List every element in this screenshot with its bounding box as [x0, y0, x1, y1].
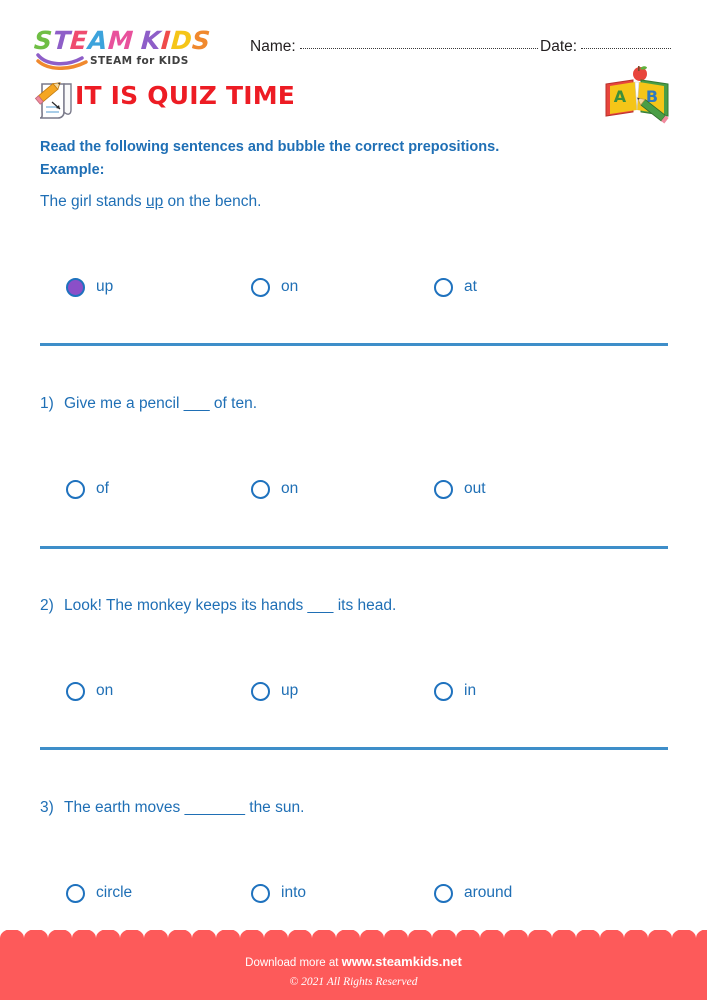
radio-bubble-icon[interactable] [66, 681, 85, 701]
question-1-option-label-1: on [281, 480, 299, 497]
date-label: Date: [540, 38, 578, 55]
radio-bubble-icon[interactable] [434, 277, 453, 297]
abc-book-icon: A B [605, 66, 669, 124]
name-input-line[interactable] [299, 47, 538, 49]
radio-bubble-icon[interactable] [251, 681, 270, 701]
pencil-paper-icon [34, 82, 72, 119]
question-3-option-0[interactable]: circle [66, 878, 132, 908]
question-3-option-label-0: circle [96, 884, 133, 901]
page-title: IT IS QUIZ TIME [75, 81, 296, 110]
name-field[interactable]: Name: [250, 38, 538, 56]
question-2-option-0[interactable]: on [66, 676, 113, 706]
question-1-option-label-2: out [464, 480, 486, 497]
question-2-option-1[interactable]: up [251, 676, 298, 706]
radio-bubble-icon[interactable] [434, 479, 453, 499]
logo-letter-2: E [69, 26, 89, 55]
example-option-row: up on at [66, 272, 666, 302]
question-2-option-label-0: on [96, 682, 114, 699]
date-input-line[interactable] [581, 47, 672, 49]
radio-bubble-icon[interactable] [66, 883, 85, 903]
instructions-block: Read the following sentences and bubble … [40, 136, 660, 182]
page-header: STEAM KIDS STEAM for KIDS Name: Date: [0, 0, 707, 72]
example-sentence-answer: up [145, 193, 164, 210]
logo-wordmark: STEAM KIDS [33, 26, 234, 55]
footer-band [0, 944, 707, 1000]
logo-letter-0: S [33, 26, 54, 55]
question-1-option-2[interactable]: out [434, 474, 486, 504]
footer-download-prefix: Download more at [245, 957, 342, 969]
example-sentence-post: on the bench. [163, 193, 262, 210]
logo-letter-8: S [190, 26, 212, 55]
worksheet-page: STEAM KIDS STEAM for KIDS Name: Date: IT… [0, 0, 707, 1000]
radio-bubble-icon[interactable] [251, 479, 270, 499]
question-3-text: 3) The earth moves _______ the sun. [40, 799, 304, 817]
radio-bubble-icon[interactable] [434, 681, 453, 701]
question-1-sentence: Give me a pencil ___ of ten. [64, 395, 258, 412]
radio-bubble-icon[interactable] [66, 277, 85, 297]
name-label: Name: [250, 38, 296, 55]
question-1-option-1[interactable]: on [251, 474, 298, 504]
question-1-number: 1) [40, 395, 54, 412]
radio-bubble-icon[interactable] [66, 479, 85, 499]
question-1-text: 1) Give me a pencil ___ of ten. [40, 395, 257, 413]
example-option-label-0: up [96, 278, 114, 295]
footer-download-text: Download more at www.steamkids.net [0, 954, 707, 969]
logo-tagline: STEAM for KIDS [90, 55, 189, 67]
question-2-sentence: Look! The monkey keeps its hands ___ its… [64, 597, 397, 614]
example-option-label-1: on [281, 278, 299, 295]
instructions-line-1: Read the following sentences and bubble … [40, 139, 500, 155]
logo-letter-5: K [139, 26, 162, 55]
question-2-option-2[interactable]: in [434, 676, 476, 706]
question-2-option-label-2: in [464, 682, 477, 699]
example-option-2[interactable]: at [434, 272, 477, 302]
question-3-option-row: circle into around [66, 878, 666, 908]
section-divider [40, 343, 668, 346]
question-3-sentence: The earth moves _______ the sun. [64, 799, 305, 816]
section-divider [40, 546, 668, 549]
date-field[interactable]: Date: [540, 38, 672, 56]
footer-copyright: © 2021 All Rights Reserved [289, 976, 418, 988]
example-sentence-pre: The girl stands [40, 193, 146, 210]
question-3-number: 3) [40, 799, 54, 816]
question-2-option-row: on up in [66, 676, 666, 706]
example-option-0[interactable]: up [66, 272, 113, 302]
instructions-line-2: Example: [40, 162, 105, 178]
logo-swoosh-icon [36, 53, 88, 70]
question-3-option-label-2: around [464, 884, 513, 901]
footer-site-link[interactable]: www.steamkids.net [342, 954, 462, 969]
radio-bubble-icon[interactable] [434, 883, 453, 903]
logo-letter-7: D [169, 26, 193, 55]
question-1-option-row: of on out [66, 474, 666, 504]
example-sentence: The girl stands up on the bench. [40, 193, 261, 211]
example-option-label-2: at [464, 278, 477, 295]
question-3-option-label-1: into [281, 884, 306, 901]
example-option-1[interactable]: on [251, 272, 298, 302]
logo-letter-3: A [86, 26, 109, 55]
question-2-option-label-1: up [281, 682, 299, 699]
radio-bubble-icon[interactable] [251, 883, 270, 903]
svg-text:A: A [614, 87, 627, 106]
radio-bubble-icon[interactable] [251, 277, 270, 297]
logo-letter-1: T [51, 26, 72, 55]
page-footer: Download more at www.steamkids.net © 202… [0, 930, 707, 1000]
question-2-number: 2) [40, 597, 54, 614]
steam-kids-logo: STEAM KIDS STEAM for KIDS [33, 26, 234, 72]
question-1-option-label-0: of [96, 480, 109, 497]
question-3-option-1[interactable]: into [251, 878, 306, 908]
logo-letter-4: M [106, 26, 134, 55]
question-3-option-2[interactable]: around [434, 878, 512, 908]
question-1-option-0[interactable]: of [66, 474, 109, 504]
question-2-text: 2) Look! The monkey keeps its hands ___ i… [40, 597, 396, 615]
section-divider [40, 747, 668, 750]
